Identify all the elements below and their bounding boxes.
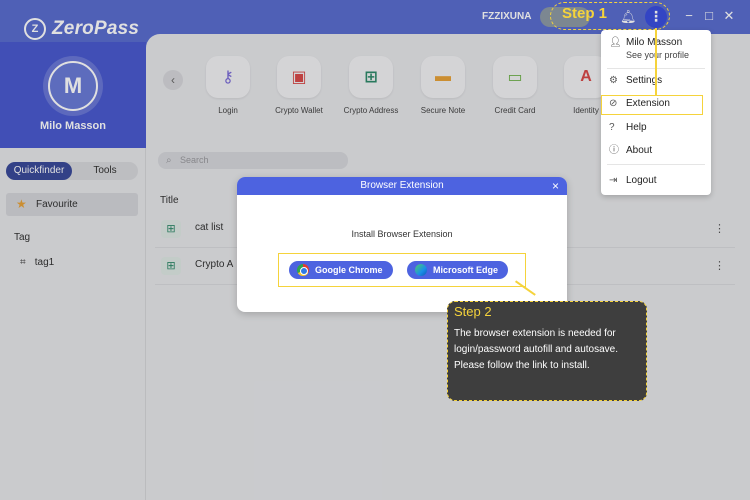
step2-title: Step 2 xyxy=(454,304,492,319)
button-label: Microsoft Edge xyxy=(433,265,499,275)
step2-callout: Step 2 The browser extension is needed f… xyxy=(447,301,647,401)
menu-divider xyxy=(607,164,705,165)
chrome-icon xyxy=(297,264,309,276)
gear-icon: ⚙ xyxy=(609,75,618,86)
logout-icon: ⇥ xyxy=(609,175,618,186)
step2-text: The browser extension is needed for logi… xyxy=(454,328,618,371)
menu-user-sub[interactable]: See your profile xyxy=(626,50,689,60)
menu-item-label: Help xyxy=(626,122,647,133)
menu-item-logout[interactable]: ⇥ Logout xyxy=(601,171,711,191)
edge-icon xyxy=(415,264,427,276)
browser-extension-dialog: Browser Extension × Install Browser Exte… xyxy=(237,177,567,312)
zeropass-app-window: Z ZeroPass M Milo Masson FZZIXUNA 🔔︎ ⋮ −… xyxy=(0,0,750,500)
button-label: Google Chrome xyxy=(315,265,383,275)
info-icon: ⓘ xyxy=(609,145,619,156)
menu-item-help[interactable]: ? Help xyxy=(601,118,711,138)
menu-item-about[interactable]: ⓘ About xyxy=(601,141,711,161)
dialog-subtitle: Install Browser Extension xyxy=(351,229,453,239)
google-chrome-button[interactable]: Google Chrome xyxy=(289,261,393,279)
help-icon: ? xyxy=(609,122,615,133)
menu-item-label: Logout xyxy=(626,175,657,186)
microsoft-edge-button[interactable]: Microsoft Edge xyxy=(407,261,509,279)
close-icon[interactable]: × xyxy=(552,177,559,195)
step1-label: Step 1 xyxy=(562,5,608,22)
user-icon: 👤︎ xyxy=(609,37,622,48)
dialog-title: Browser Extension xyxy=(360,180,444,191)
dialog-header: Browser Extension × xyxy=(237,177,567,195)
extension-highlight xyxy=(601,95,703,115)
menu-item-label: About xyxy=(626,145,653,156)
step1-connector xyxy=(655,28,657,96)
